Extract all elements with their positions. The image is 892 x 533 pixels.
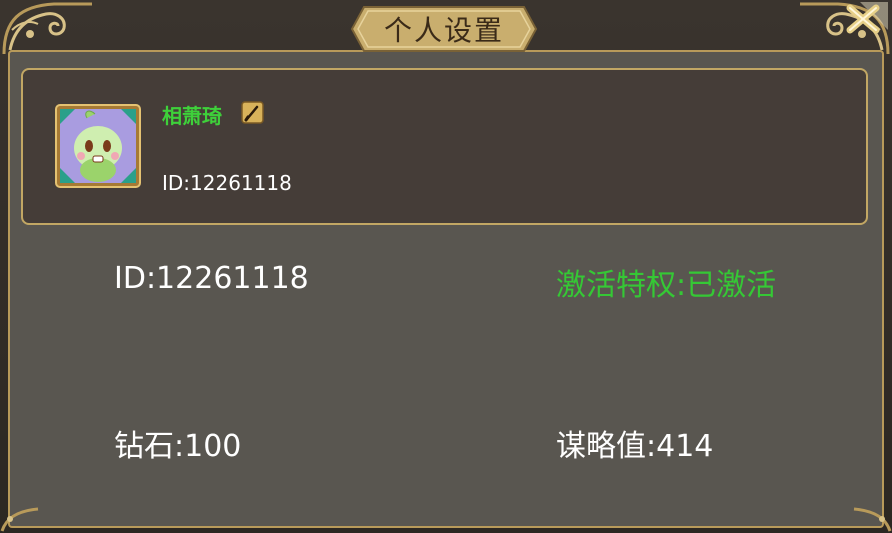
player-name: 相萧琦 [162,104,222,128]
player-id: ID:12261118 [162,171,292,195]
stat-privilege: 激活特权:已激活 [556,268,777,303]
close-icon[interactable] [832,0,890,40]
window-title: 个人设置 [383,14,504,47]
stat-strategy: 谋略值:414 [556,429,714,464]
profile-card [21,68,868,225]
corner-ornament-icon [853,507,892,532]
edit-icon[interactable] [241,101,264,124]
stat-id: ID:12261118 [114,261,309,296]
corner-ornament-icon [0,507,39,532]
stat-diamonds: 钻石:100 [114,429,242,464]
avatar[interactable] [55,104,141,188]
